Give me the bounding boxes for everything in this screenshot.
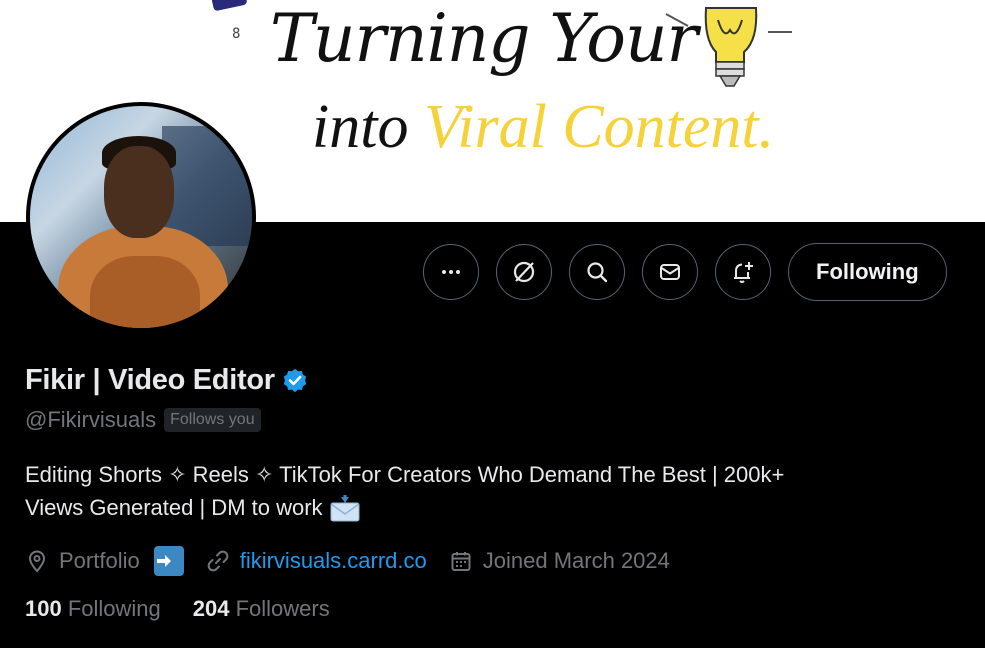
handle-row: @Fikirvisuals Follows you (25, 407, 261, 433)
incoming-envelope-emoji-icon (330, 495, 360, 522)
location-pin-icon (28, 550, 46, 573)
banner-title-line1: Turning Your (270, 0, 698, 77)
lightbulb-icon (665, 7, 792, 87)
bio-line-2: Views Generated | DM to work (25, 491, 925, 524)
website-item[interactable]: fikirvisuals.carrd.co (206, 548, 427, 574)
following-count: 100 (25, 596, 62, 621)
joined-item: Joined March 2024 (449, 548, 670, 574)
avatar-face (104, 146, 174, 238)
avatar-photo (30, 106, 252, 328)
display-name: Fikir | Video Editor (25, 364, 275, 396)
banner-title-line2: into Viral Content. (312, 92, 774, 163)
following-label: Following (61, 596, 161, 621)
profile-meta: Portfolio fikirvisuals.carrd.co Joined M… (25, 543, 692, 579)
follows-you-badge: Follows you (164, 408, 261, 432)
notification-bell-plus-icon (734, 262, 753, 283)
message-button[interactable] (642, 244, 698, 300)
grok-button[interactable] (496, 244, 552, 300)
website-link[interactable]: fikirvisuals.carrd.co (240, 548, 427, 574)
avatar-background (162, 126, 252, 246)
follow-stats: 100 Following 204 Followers (25, 596, 362, 622)
followers-count: 204 (192, 596, 230, 621)
more-icon (442, 270, 460, 274)
bio-line: Editing Shorts ✧ Reels ✧ TikTok For Crea… (25, 462, 785, 487)
following-button[interactable]: Following (788, 243, 947, 301)
banner-decoration (210, 0, 248, 12)
profile-avatar[interactable] (26, 102, 256, 332)
calendar-icon (451, 552, 471, 571)
banner-decoration: 8 (232, 26, 241, 42)
bio-text: Views Generated | DM to work (25, 495, 329, 520)
followers-stat[interactable]: 204 Followers (193, 596, 330, 622)
more-button[interactable] (423, 244, 479, 300)
notify-button[interactable] (715, 244, 771, 300)
followers-label: Followers (229, 596, 330, 621)
link-icon (207, 550, 229, 572)
joined-date: Joined March 2024 (482, 548, 670, 573)
search-icon (587, 262, 608, 283)
grok-icon (513, 261, 535, 283)
banner-highlight-text: Viral Content. (423, 93, 775, 161)
profile-actions: Following (423, 243, 947, 301)
search-button[interactable] (569, 244, 625, 300)
following-stat[interactable]: 100 Following (25, 596, 161, 622)
profile-bio: Editing Shorts ✧ Reels ✧ TikTok For Crea… (25, 458, 925, 524)
message-icon (660, 264, 680, 280)
verified-badge-icon[interactable] (281, 367, 309, 395)
banner-text: into (312, 93, 424, 161)
location-text: Portfolio (59, 548, 140, 573)
avatar-hoodie-shade (90, 256, 200, 328)
display-name-row: Fikir | Video Editor (25, 364, 309, 397)
right-arrow-emoji-icon (153, 546, 184, 576)
location-item: Portfolio (25, 546, 184, 576)
username-handle: @Fikirvisuals (25, 407, 157, 432)
